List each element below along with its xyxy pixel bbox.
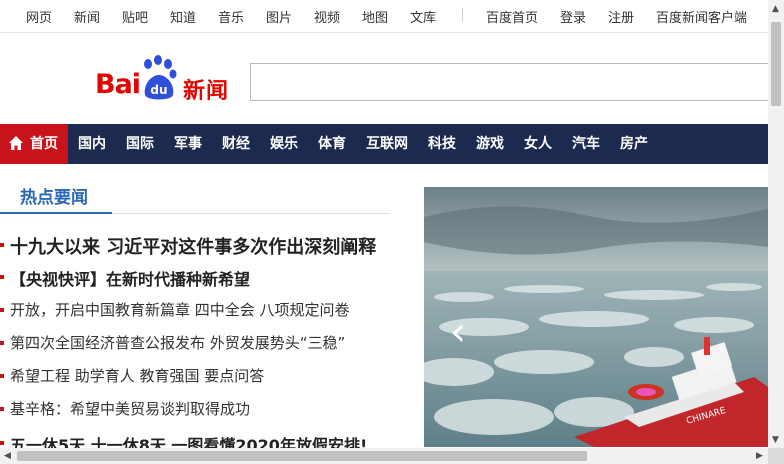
logo-bai-text: Bai xyxy=(95,69,141,100)
channel-finance[interactable]: 财经 xyxy=(222,124,250,164)
nav-divider xyxy=(462,8,463,22)
news-item-5[interactable]: 希望工程 助学育人 教育强国 要点问答 xyxy=(10,365,264,386)
channel-home[interactable]: 首页 xyxy=(0,124,68,164)
channel-internet[interactable]: 互联网 xyxy=(366,124,408,164)
news-item-6[interactable]: 基辛格：希望中美贸易谈判取得成功 xyxy=(10,398,250,419)
news-headline-1[interactable]: 十九大以来 习近平对这件事多次作出深刻阐释 xyxy=(10,233,376,259)
nav-tieba[interactable]: 贴吧 xyxy=(122,7,148,26)
news-headline-2[interactable]: 【央视快评】在新时代播种新希望 xyxy=(10,266,250,290)
nav-music[interactable]: 音乐 xyxy=(218,7,244,26)
scroll-down-icon[interactable]: ▼ xyxy=(772,435,779,445)
news-bullet xyxy=(0,308,4,312)
news-bullet xyxy=(0,407,4,411)
scroll-right-icon[interactable]: ▶ xyxy=(756,451,763,461)
channel-women[interactable]: 女人 xyxy=(524,124,552,164)
logo-news-text: 新闻 xyxy=(183,79,230,104)
featured-photo[interactable]: CHINARE xyxy=(424,187,768,447)
hot-news-underline xyxy=(0,212,112,214)
logo-du-text: du xyxy=(150,83,167,97)
channel-label: 首页 xyxy=(30,136,58,152)
nav-wenku[interactable]: 文库 xyxy=(410,7,436,26)
channel-sports[interactable]: 体育 xyxy=(318,124,346,164)
vertical-scroll-thumb[interactable] xyxy=(771,22,781,106)
nav-map[interactable]: 地图 xyxy=(362,7,388,26)
channel-games[interactable]: 游戏 xyxy=(476,124,504,164)
register-link[interactable]: 注册 xyxy=(608,7,634,26)
channel-military[interactable]: 军事 xyxy=(174,124,202,164)
news-item-4[interactable]: 第四次全国经济普查公报发布 外贸发展势头“三稳” xyxy=(10,332,345,353)
news-client-link[interactable]: 百度新闻客户端 xyxy=(656,7,747,26)
paw-icon: du xyxy=(144,55,177,100)
channel-entertainment[interactable]: 娱乐 xyxy=(270,124,298,164)
carousel-prev-icon[interactable]: ‹ xyxy=(450,312,466,352)
channel-tech[interactable]: 科技 xyxy=(428,124,456,164)
channel-nav: 首页 国内 国际 军事 财经 娱乐 体育 互联网 科技 游戏 女人 汽车 房产 xyxy=(0,124,768,164)
channel-auto[interactable]: 汽车 xyxy=(572,124,600,164)
news-bullet xyxy=(0,441,4,445)
search-input[interactable] xyxy=(250,63,770,101)
channel-international[interactable]: 国际 xyxy=(126,124,154,164)
login-link[interactable]: 登录 xyxy=(560,7,586,26)
channel-realestate[interactable]: 房产 xyxy=(620,124,648,164)
home-icon xyxy=(9,136,23,150)
news-item-3[interactable]: 开放，开启中国教育新篇章 四中全会 八项规定问卷 xyxy=(10,299,350,320)
news-bullet xyxy=(0,341,4,345)
baidu-news-logo[interactable]: Bai du 新闻 xyxy=(95,55,235,104)
nav-zhidao[interactable]: 知道 xyxy=(170,7,196,26)
scrollbar-corner xyxy=(768,448,784,464)
news-bullet xyxy=(0,275,4,279)
hot-news-divider xyxy=(112,213,390,214)
horizontal-scroll-thumb[interactable] xyxy=(17,451,587,461)
nav-video[interactable]: 视频 xyxy=(314,7,340,26)
nav-images[interactable]: 图片 xyxy=(266,7,292,26)
scroll-left-icon[interactable]: ◀ xyxy=(4,451,11,461)
news-bullet xyxy=(0,374,4,378)
baidu-home-link[interactable]: 百度首页 xyxy=(486,7,538,26)
nav-webpage[interactable]: 网页 xyxy=(26,7,52,26)
scroll-up-icon[interactable]: ▲ xyxy=(772,4,779,14)
hot-news-heading: 热点要闻 xyxy=(20,188,88,208)
news-bullet xyxy=(0,243,4,247)
top-nav: 网页 新闻 贴吧 知道 音乐 图片 视频 地图 文库 百度首页 登录 注册 百度… xyxy=(0,0,768,33)
nav-news[interactable]: 新闻 xyxy=(74,7,100,26)
channel-domestic[interactable]: 国内 xyxy=(78,124,106,164)
icebreaker-image: CHINARE xyxy=(424,187,768,447)
